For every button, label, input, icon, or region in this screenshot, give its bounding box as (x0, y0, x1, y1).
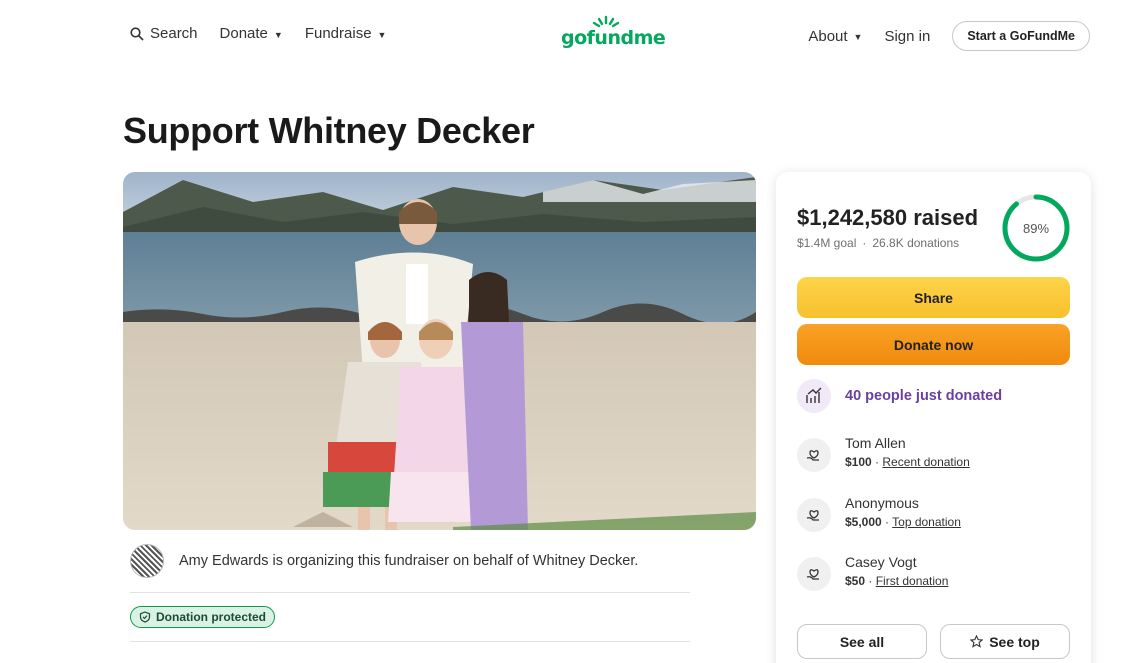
nav-right: About ▼ Sign in Start a GoFundMe (808, 21, 1090, 51)
donor-name: Anonymous (845, 495, 919, 511)
nav-left: Search Donate ▼ Fundraise ▼ (130, 25, 386, 42)
star-icon (970, 635, 984, 648)
search-button[interactable]: Search (130, 25, 198, 42)
donation-protected-badge[interactable]: Donation protected (130, 606, 275, 628)
hero-photo (123, 172, 756, 530)
donor-meta: $5,000 · Top donation (845, 515, 961, 529)
donation-protected-label: Donation protected (156, 610, 266, 624)
donor-tag[interactable]: Top donation (892, 515, 961, 529)
signin-label: Sign in (884, 27, 931, 45)
divider (130, 641, 690, 642)
signin-link[interactable]: Sign in (884, 28, 930, 45)
donation-count: 26.8K donations (872, 236, 960, 250)
donor-tag[interactable]: First donation (876, 574, 949, 588)
donor-meta: $100 · Recent donation (845, 455, 970, 469)
start-gofundme-button[interactable]: Start a GoFundMe (952, 21, 1090, 51)
amount-raised: $1,242,580 raised (797, 205, 979, 230)
see-all-label: See all (839, 633, 885, 650)
donor-meta: $50 · First donation (845, 574, 949, 588)
separator-dot: · (862, 236, 867, 250)
donor-amount: $100 (845, 455, 872, 469)
see-top-label: See top (989, 633, 1040, 650)
fundraise-menu[interactable]: Fundraise ▼ (305, 25, 387, 42)
divider (130, 592, 690, 593)
see-top-button[interactable]: See top (940, 624, 1070, 659)
donation-sidebar: $1,242,580 raised $1.4M goal · 26.8K don… (776, 172, 1091, 663)
donor-name: Tom Allen (845, 435, 906, 451)
shield-check-icon (139, 611, 151, 623)
heart-hand-icon (797, 498, 831, 532)
trending-up-icon (797, 379, 831, 413)
about-menu-label: About (808, 27, 848, 45)
site-header: Search Donate ▼ Fundraise ▼ gofundme Abo… (0, 0, 1140, 70)
donor-item: Casey Vogt $50 · First donation (797, 554, 948, 591)
donor-details: Anonymous $5,000 · Top donation (845, 495, 961, 529)
recent-activity: 40 people just donated (797, 379, 1002, 413)
search-label: Search (150, 25, 198, 42)
share-button[interactable]: Share (797, 277, 1070, 318)
see-all-button[interactable]: See all (797, 624, 927, 659)
organizer-info: Amy Edwards is organizing this fundraise… (130, 544, 638, 578)
caret-down-icon: ▼ (377, 29, 387, 40)
organizer-avatar[interactable] (130, 544, 164, 578)
progress-percent: 89% (1022, 220, 1050, 236)
donate-now-button[interactable]: Donate now (797, 324, 1070, 365)
donor-item: Tom Allen $100 · Recent donation (797, 435, 970, 472)
goal-amount: $1.4M goal (797, 236, 857, 250)
about-menu[interactable]: About ▼ (808, 28, 862, 45)
goal-line: $1.4M goal · 26.8K donations (797, 236, 959, 250)
caret-down-icon: ▼ (853, 32, 863, 42)
donor-details: Casey Vogt $50 · First donation (845, 554, 948, 588)
donor-item: Anonymous $5,000 · Top donation (797, 495, 961, 532)
donate-menu[interactable]: Donate ▼ (220, 25, 283, 42)
fundraiser-hero-image[interactable] (123, 172, 756, 530)
heart-hand-icon (797, 557, 831, 591)
donor-tag[interactable]: Recent donation (882, 455, 969, 469)
page-title: Support Whitney Decker (123, 110, 535, 151)
fundraise-menu-label: Fundraise (304, 25, 372, 42)
heart-hand-icon (797, 438, 831, 472)
recent-donations-text[interactable]: 40 people just donated (845, 388, 1002, 404)
logo-sun-icon (592, 15, 620, 28)
organizer-text: Amy Edwards is organizing this fundraise… (179, 553, 639, 569)
search-icon (130, 26, 144, 41)
donor-amount: $50 (845, 574, 866, 588)
caret-down-icon: ▼ (273, 29, 283, 40)
donor-amount: $5,000 (845, 515, 882, 529)
donor-details: Tom Allen $100 · Recent donation (845, 435, 970, 469)
gofundme-logo[interactable]: gofundme (561, 15, 666, 49)
donor-name: Casey Vogt (845, 554, 917, 570)
logo-text: gofundme (561, 27, 666, 49)
donate-menu-label: Donate (219, 25, 268, 42)
